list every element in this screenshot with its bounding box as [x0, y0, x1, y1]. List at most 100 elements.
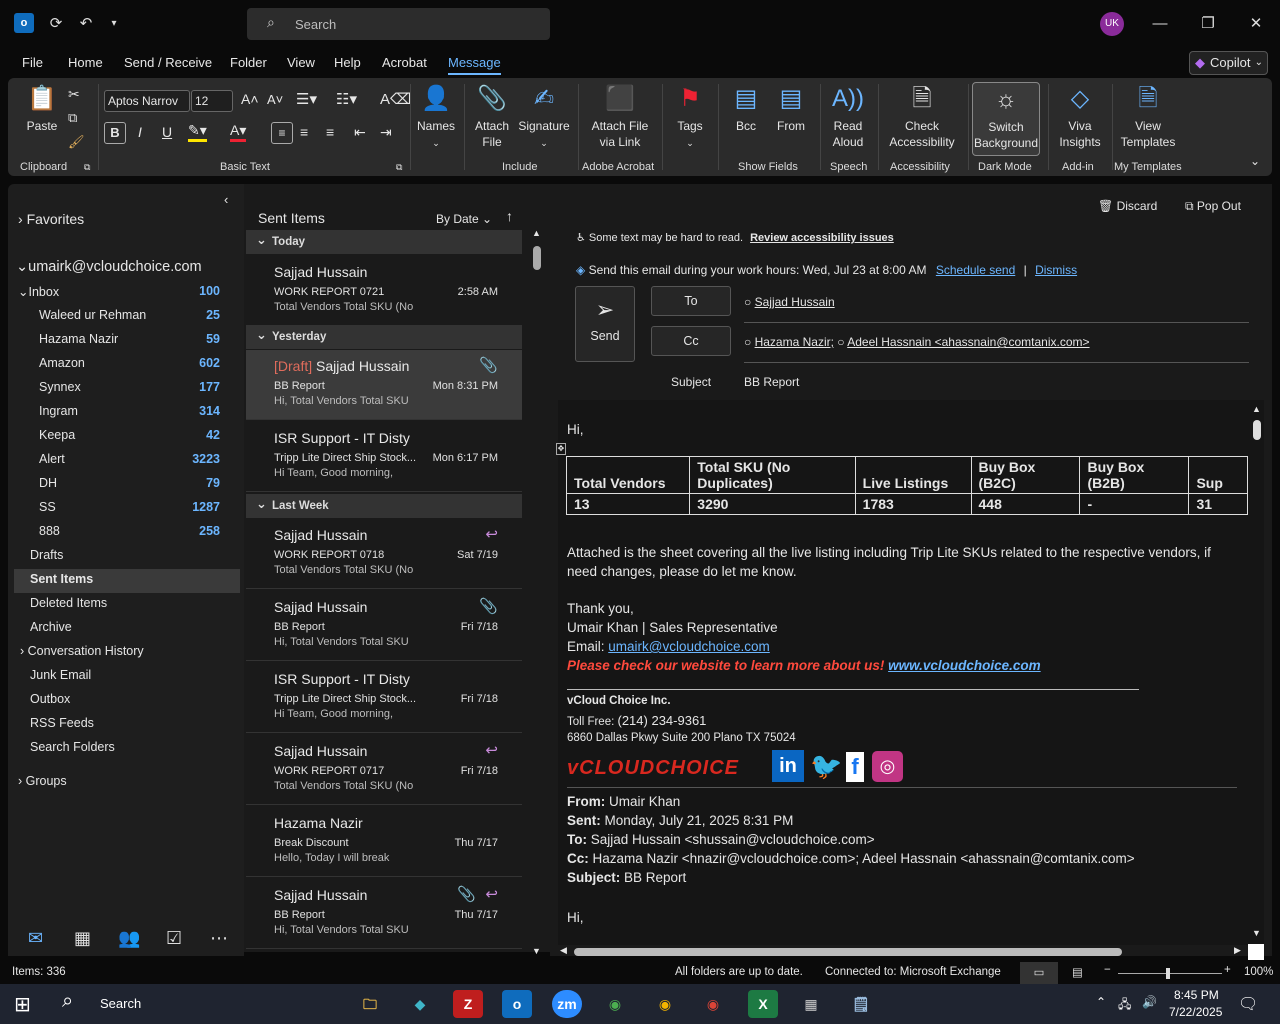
clock-date[interactable]: 7/22/2025 [1169, 1005, 1222, 1019]
scroll-down-icon[interactable]: ▼ [1252, 928, 1261, 938]
tasks-icon[interactable]: ☑ [166, 928, 182, 949]
bcc-button[interactable]: ▤ Bcc [726, 84, 766, 134]
bold-icon[interactable]: B [104, 122, 126, 144]
message-list-scrollbar[interactable]: ▲ ▼ [530, 228, 544, 958]
folder-rss-feeds[interactable]: RSS Feeds [30, 716, 236, 730]
normal-view-icon[interactable]: ▭ [1020, 962, 1058, 984]
scroll-right-icon[interactable]: ▶ [1234, 945, 1241, 956]
subject-field[interactable]: BB Report [744, 375, 1249, 399]
folder-888[interactable]: 888 258 [39, 524, 228, 538]
menu-send-receive[interactable]: Send / Receive [124, 55, 212, 70]
font-name-select[interactable]: Aptos Narrov [104, 90, 190, 112]
excel-icon[interactable]: X [748, 990, 778, 1018]
decrease-indent-icon[interactable]: ⇤ [354, 124, 366, 141]
sort-by-date[interactable]: By Date ⌄ [436, 212, 492, 226]
group-header-today[interactable]: Today [246, 230, 522, 254]
menu-view[interactable]: View [287, 55, 315, 70]
calendar-icon[interactable]: ▦ [74, 928, 91, 949]
instagram-icon[interactable]: ◎ [872, 751, 903, 782]
app-icon[interactable]: ◆ [405, 990, 435, 1018]
dismiss-link[interactable]: Dismiss [1035, 263, 1077, 277]
search-box[interactable]: ⌕ Search [247, 8, 550, 40]
body-vertical-scrollbar[interactable]: ▲ ▼ [1250, 404, 1264, 944]
folder-dh[interactable]: DH 79 [39, 476, 228, 490]
grow-font-icon[interactable]: A˄ [241, 91, 259, 107]
cc-recipient[interactable]: Adeel Hassnain <ahassnain@comtanix.com> [847, 335, 1089, 349]
message-item[interactable]: Hazama Nazir Break Discount Hello, Today I… [246, 807, 522, 877]
table-move-handle-icon[interactable]: ✥ [556, 443, 566, 455]
to-recipient[interactable]: Sajjad Hussain [755, 295, 835, 309]
search-icon[interactable]: ⌕ [62, 990, 73, 1013]
scroll-thumb[interactable] [1253, 420, 1261, 440]
file-explorer-icon[interactable]: 🗀 [355, 990, 385, 1018]
italic-icon[interactable]: I [138, 124, 142, 140]
message-item[interactable]: Sajjad Hussain WORK REPORT 0717 Total Vend… [246, 735, 522, 805]
signature-button[interactable]: ✍ Signature ⌄ [516, 84, 572, 151]
folder-hazama-nazir[interactable]: Hazama Nazir 59 [39, 332, 228, 346]
folder-keepa[interactable]: Keepa 42 [39, 428, 228, 442]
scroll-up-icon[interactable]: ▲ [532, 228, 541, 238]
mail-icon[interactable]: ✉ [28, 928, 43, 949]
folder-drafts[interactable]: Drafts [30, 548, 236, 562]
view-templates-button[interactable]: 🗎 View Templates [1116, 84, 1180, 150]
chevron-down-icon[interactable]: ⌄ [1250, 154, 1260, 168]
folder-search-folders[interactable]: Search Folders [30, 740, 236, 754]
copilot-button[interactable]: ◆ Copilot ⌄ [1189, 51, 1268, 75]
people-icon[interactable]: 👥 [118, 928, 140, 949]
align-right-icon[interactable]: ≡ [326, 124, 334, 140]
filezilla-icon[interactable]: Z [453, 990, 483, 1018]
scroll-up-icon[interactable]: ▲ [1252, 404, 1261, 414]
folder-outbox[interactable]: Outbox [30, 692, 236, 706]
copy-icon[interactable]: ⧉ [68, 110, 77, 126]
folder-synnex[interactable]: Synnex 177 [39, 380, 228, 394]
taskbar-search-label[interactable]: Search [100, 996, 141, 1011]
schedule-send-link[interactable]: Schedule send [936, 263, 1015, 277]
names-button[interactable]: 👤 Names ⌄ [414, 84, 458, 151]
scroll-left-icon[interactable]: ◀ [560, 945, 567, 956]
sort-direction-icon[interactable]: ↑ [506, 208, 513, 224]
chrome-icon[interactable]: ◉ [698, 990, 728, 1018]
qat-customize-icon[interactable]: ▾ [104, 14, 124, 34]
sync-icon[interactable]: ⟳ [46, 14, 66, 34]
folder-conversation-history[interactable]: › Conversation History [20, 644, 226, 658]
check-accessibility-button[interactable]: 🗎 Check Accessibility [882, 84, 962, 150]
zoom-slider[interactable] [1118, 973, 1222, 974]
clock-time[interactable]: 8:45 PM [1174, 988, 1219, 1002]
menu-home[interactable]: Home [68, 55, 103, 70]
review-accessibility-link[interactable]: Review accessibility issues [750, 232, 894, 244]
paste-button[interactable]: 📋 Paste [22, 84, 62, 134]
zoom-out-icon[interactable]: − [1104, 964, 1111, 976]
send-button[interactable]: ➢ Send [575, 286, 635, 362]
align-center-icon[interactable]: ≡ [300, 124, 308, 140]
message-item[interactable]: Sajjad Hussain WORK REPORT 0718 Total Vend… [246, 519, 522, 589]
message-item[interactable]: Sajjad Hussain BB Report Hi, Total Vendors… [246, 591, 522, 661]
more-apps-icon[interactable]: ⋯ [210, 928, 228, 949]
calculator-icon[interactable]: ▦ [796, 990, 826, 1018]
twitter-icon[interactable]: 🐦 [810, 750, 842, 782]
body-horizontal-scrollbar[interactable]: ◀ ▶ [558, 945, 1248, 959]
scroll-thumb[interactable] [533, 246, 541, 270]
folder-ingram[interactable]: Ingram 314 [39, 404, 228, 418]
minimize-icon[interactable]: — [1148, 12, 1172, 36]
dialog-launcher-icon[interactable]: ⧉ [396, 162, 402, 173]
cc-field[interactable]: ○ Hazama Nazir; ○ Adeel Hassnain <ahassn… [744, 335, 1249, 363]
zoom-level[interactable]: 100% [1244, 966, 1273, 978]
website-link[interactable]: www.vcloudchoice.com [888, 658, 1041, 673]
from-button[interactable]: ▤ From [770, 84, 812, 134]
font-size-select[interactable]: 12 [191, 90, 233, 112]
reading-view-icon[interactable]: ▤ [1072, 965, 1083, 979]
tray-overflow-icon[interactable]: ⌃ [1096, 995, 1106, 1009]
folder-sent-items[interactable]: Sent Items [30, 572, 236, 586]
undo-icon[interactable]: ↶ [76, 14, 96, 34]
collapse-pane-icon[interactable]: ‹ [224, 192, 228, 207]
group-header-last-week[interactable]: Last Week [246, 494, 522, 518]
facebook-icon[interactable]: f [846, 752, 864, 782]
discard-button[interactable]: 🗑 Discard [1098, 199, 1157, 213]
windows-start-icon[interactable]: ⊞ [14, 992, 31, 1017]
maximize-icon[interactable]: ❐ [1196, 12, 1220, 36]
zoom-slider-thumb[interactable] [1166, 968, 1170, 979]
email-link[interactable]: umairk@vcloudchoice.com [608, 639, 770, 654]
attach-file-via-link-button[interactable]: ⬛ Attach File via Link [584, 84, 656, 150]
favorites-header[interactable]: › Favorites [18, 211, 84, 227]
menu-help[interactable]: Help [334, 55, 361, 70]
